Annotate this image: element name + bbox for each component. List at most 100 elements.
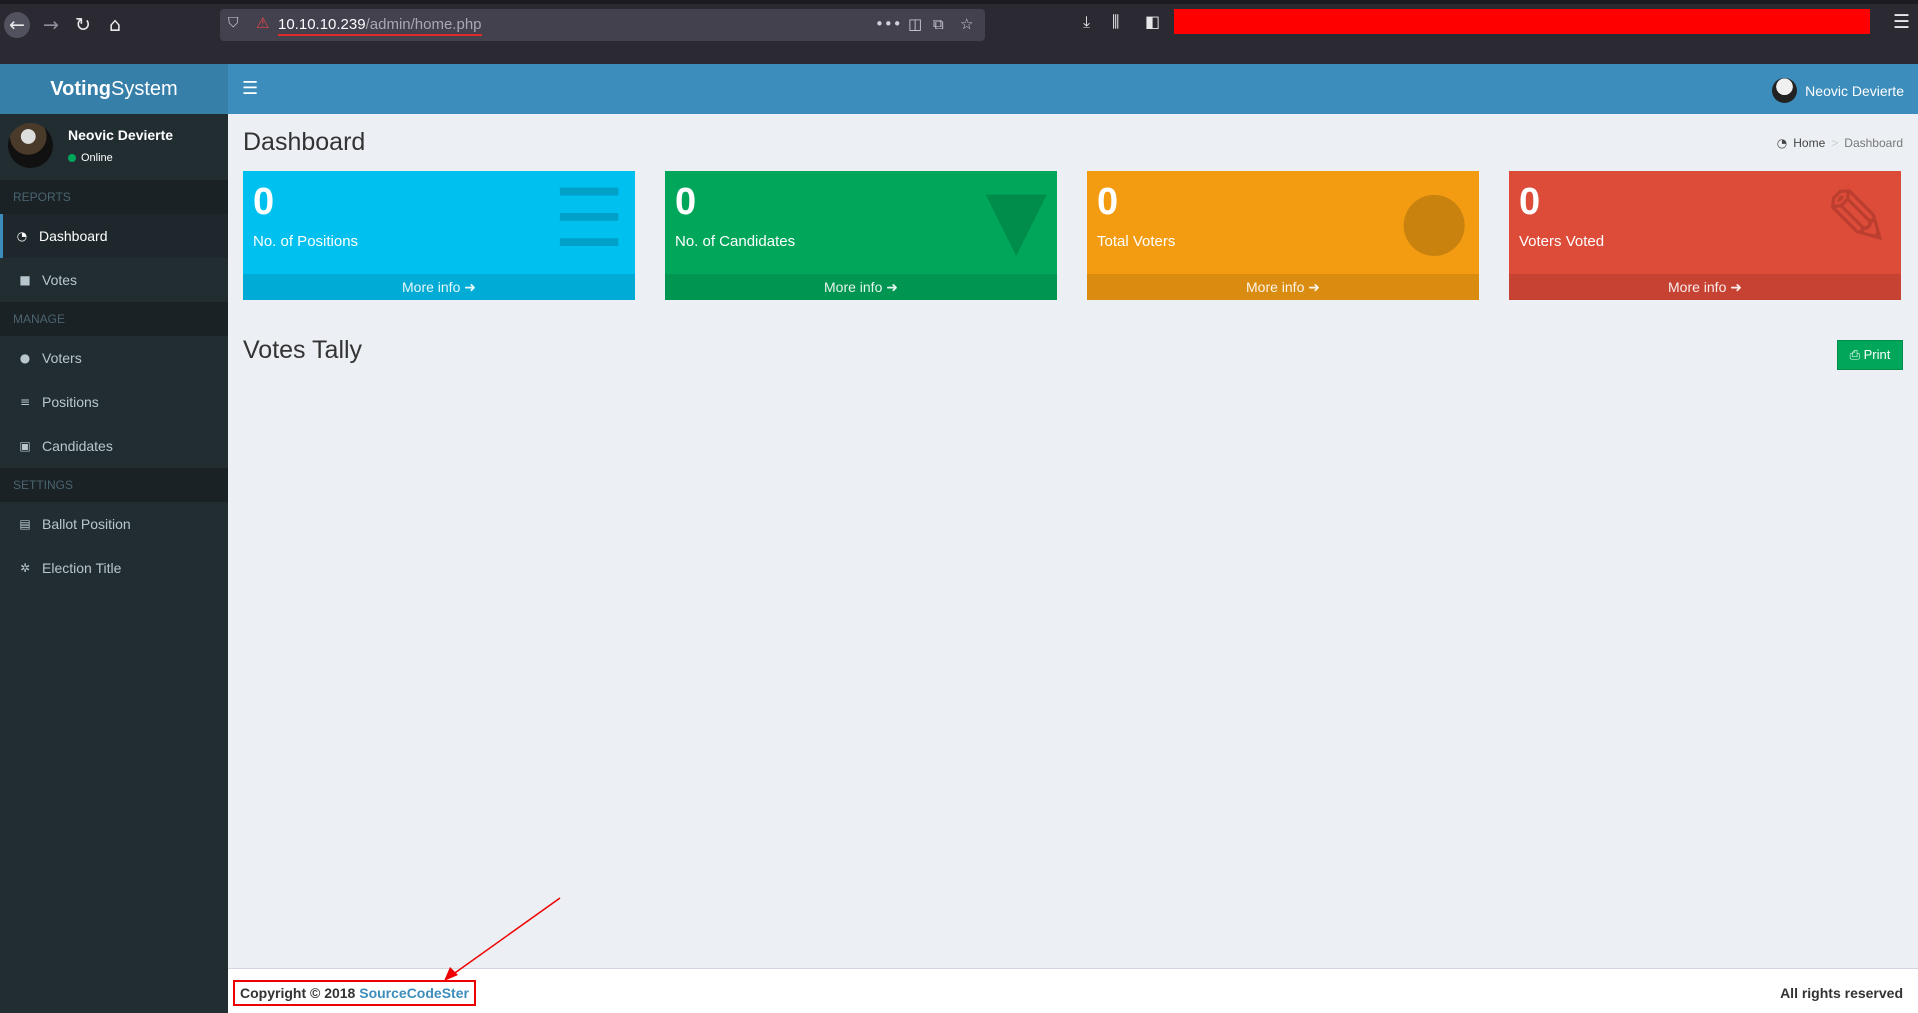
more-info-label: More info: [402, 279, 461, 295]
sidebar-user-name: Neovic Devierte: [68, 127, 174, 143]
section-header-manage: MANAGE: [0, 302, 228, 336]
file-text-icon: ▤: [19, 517, 31, 531]
stat-box-positions: 0 No. of Positions ☰ More info ➜: [243, 171, 635, 300]
stat-box-candidates: 0 No. of Candidates ▼ More info ➜: [665, 171, 1057, 300]
url-text[interactable]: 10.10.10.239/admin/home.php: [278, 16, 482, 36]
more-info-label: More info: [824, 279, 883, 295]
insecure-lock-icon[interactable]: ⚠: [256, 14, 269, 32]
sidebar-item-label: Candidates: [42, 438, 113, 454]
online-status: Online: [68, 152, 113, 164]
sidebar-item-label: Votes: [42, 272, 78, 288]
sidebar-item-voters[interactable]: ● Voters: [0, 336, 228, 380]
dashboard-icon: ◔: [1776, 136, 1788, 150]
app-logo[interactable]: VotingSystem: [0, 64, 228, 114]
more-info-label: More info: [1668, 279, 1727, 295]
cog-icon: ✲: [19, 561, 31, 575]
stat-label: No. of Candidates: [675, 233, 796, 250]
address-bar[interactable]: ⛉ ⚠ 10.10.10.239/admin/home.php ••• ◫ ⧉ …: [220, 9, 985, 41]
sidebar-item-candidates[interactable]: ▣ Candidates: [0, 424, 228, 468]
lock-icon: ■: [19, 273, 31, 287]
home-icon[interactable]: ⌂: [102, 12, 128, 38]
back-icon[interactable]: ←: [4, 12, 30, 38]
tab-strip: [0, 0, 1918, 4]
top-navbar: ☰ Neovic Devierte: [228, 64, 1918, 114]
sidebar-item-ballot-position[interactable]: ▤ Ballot Position: [0, 502, 228, 546]
hamburger-menu-icon[interactable]: ☰: [1893, 11, 1910, 33]
page-title: Dashboard: [243, 128, 366, 156]
user-panel: Neovic Devierte Online: [0, 114, 228, 180]
section-header-reports: REPORTS: [0, 180, 228, 214]
stat-boxes: 0 No. of Positions ☰ More info ➜ 0 No. o…: [243, 171, 1903, 300]
forward-icon[interactable]: →: [38, 12, 64, 38]
arrow-circle-right-icon: ➜: [464, 280, 476, 296]
more-dots-icon[interactable]: •••: [875, 15, 902, 33]
browser-toolbar: ← → ↻ ⌂ ⛉ ⚠ 10.10.10.239/admin/home.php …: [0, 0, 1918, 64]
stat-value: 0: [675, 181, 697, 223]
breadcrumb-current: Dashboard: [1844, 136, 1903, 150]
sidebar-item-label: Positions: [42, 394, 99, 410]
header-user-name: Neovic Devierte: [1805, 82, 1904, 99]
logo-bold: Voting: [50, 78, 112, 100]
translate-icon[interactable]: ⧉: [933, 15, 944, 33]
url-host: 10.10.10.239: [278, 16, 366, 33]
pocket-icon[interactable]: ◫: [908, 15, 922, 33]
stat-label: No. of Positions: [253, 233, 359, 250]
sidebar: Neovic Devierte Online REPORTS ◔ Dashboar…: [0, 114, 228, 1013]
stat-box-voters-voted: 0 Voters Voted ✎ More info ➜: [1509, 171, 1901, 300]
rights-text: All rights reserved: [1780, 985, 1903, 1001]
more-info-link[interactable]: More info ➜: [243, 274, 635, 300]
tasks-icon: ☰: [553, 172, 625, 265]
download-icon[interactable]: ⤓: [1083, 12, 1090, 32]
arrow-circle-right-icon: ➜: [1308, 280, 1320, 296]
brand-link[interactable]: SourceCodeSter: [359, 985, 469, 1001]
sidebar-item-label: Dashboard: [39, 228, 108, 244]
stat-box-total-voters: 0 Total Voters ● More info ➜: [1087, 171, 1479, 300]
redacted-area: [1174, 9, 1870, 34]
users-icon: ●: [1399, 172, 1469, 265]
copyright-text: Copyright © 2018: [240, 985, 356, 1001]
sidebar-item-label: Election Title: [42, 560, 122, 576]
stat-value: 0: [1519, 181, 1541, 223]
stat-label: Voters Voted: [1519, 233, 1605, 250]
breadcrumb: ◔ Home > Dashboard: [1777, 136, 1903, 150]
sidebar-item-dashboard[interactable]: ◔ Dashboard: [0, 214, 228, 258]
more-info-link[interactable]: More info ➜: [1087, 274, 1479, 300]
sidebar-item-label: Voters: [42, 350, 82, 366]
status-text: Online: [81, 152, 113, 164]
avatar: [1772, 78, 1798, 103]
shield-icon[interactable]: ⛉: [228, 15, 239, 31]
print-label: Print: [1863, 347, 1891, 362]
print-icon: ⎙: [1849, 348, 1861, 363]
votes-tally-title: Votes Tally: [243, 336, 363, 364]
arrow-circle-right-icon: ➜: [1730, 280, 1742, 296]
sidebar-item-election-title[interactable]: ✲ Election Title: [0, 546, 228, 590]
black-tie-icon: ▣: [19, 439, 31, 453]
sidebar-item-label: Ballot Position: [42, 516, 131, 532]
bookmark-star-icon[interactable]: ☆: [960, 15, 973, 33]
sidebar-toggle-icon[interactable]: ◧: [1145, 12, 1160, 31]
more-info-link[interactable]: More info ➜: [665, 274, 1057, 300]
stat-label: Total Voters: [1097, 233, 1176, 250]
library-icon[interactable]: ⫼: [1112, 12, 1119, 32]
stat-value: 0: [253, 181, 275, 223]
black-tie-icon: ▼: [985, 172, 1047, 265]
sidebar-toggle-button[interactable]: ☰: [242, 78, 258, 99]
dashboard-icon: ◔: [16, 229, 28, 243]
sidebar-item-positions[interactable]: ≡ Positions: [0, 380, 228, 424]
breadcrumb-separator: >: [1831, 136, 1839, 150]
content-wrapper: Dashboard ◔ Home > Dashboard 0 No. of Po…: [228, 114, 1918, 968]
section-header-settings: SETTINGS: [0, 468, 228, 502]
stat-value: 0: [1097, 181, 1119, 223]
user-menu[interactable]: Neovic Devierte: [1772, 78, 1904, 103]
breadcrumb-home[interactable]: Home: [1793, 136, 1825, 150]
status-dot-icon: [68, 154, 76, 162]
edit-icon: ✎: [1823, 172, 1891, 265]
more-info-link[interactable]: More info ➜: [1509, 274, 1901, 300]
avatar: [8, 123, 53, 168]
users-icon: ●: [19, 351, 31, 365]
print-button[interactable]: ⎙ Print: [1837, 340, 1903, 370]
reload-icon[interactable]: ↻: [70, 12, 96, 38]
arrow-circle-right-icon: ➜: [886, 280, 898, 296]
sidebar-item-votes[interactable]: ■ Votes: [0, 258, 228, 302]
annotation-arrow: [444, 897, 561, 981]
